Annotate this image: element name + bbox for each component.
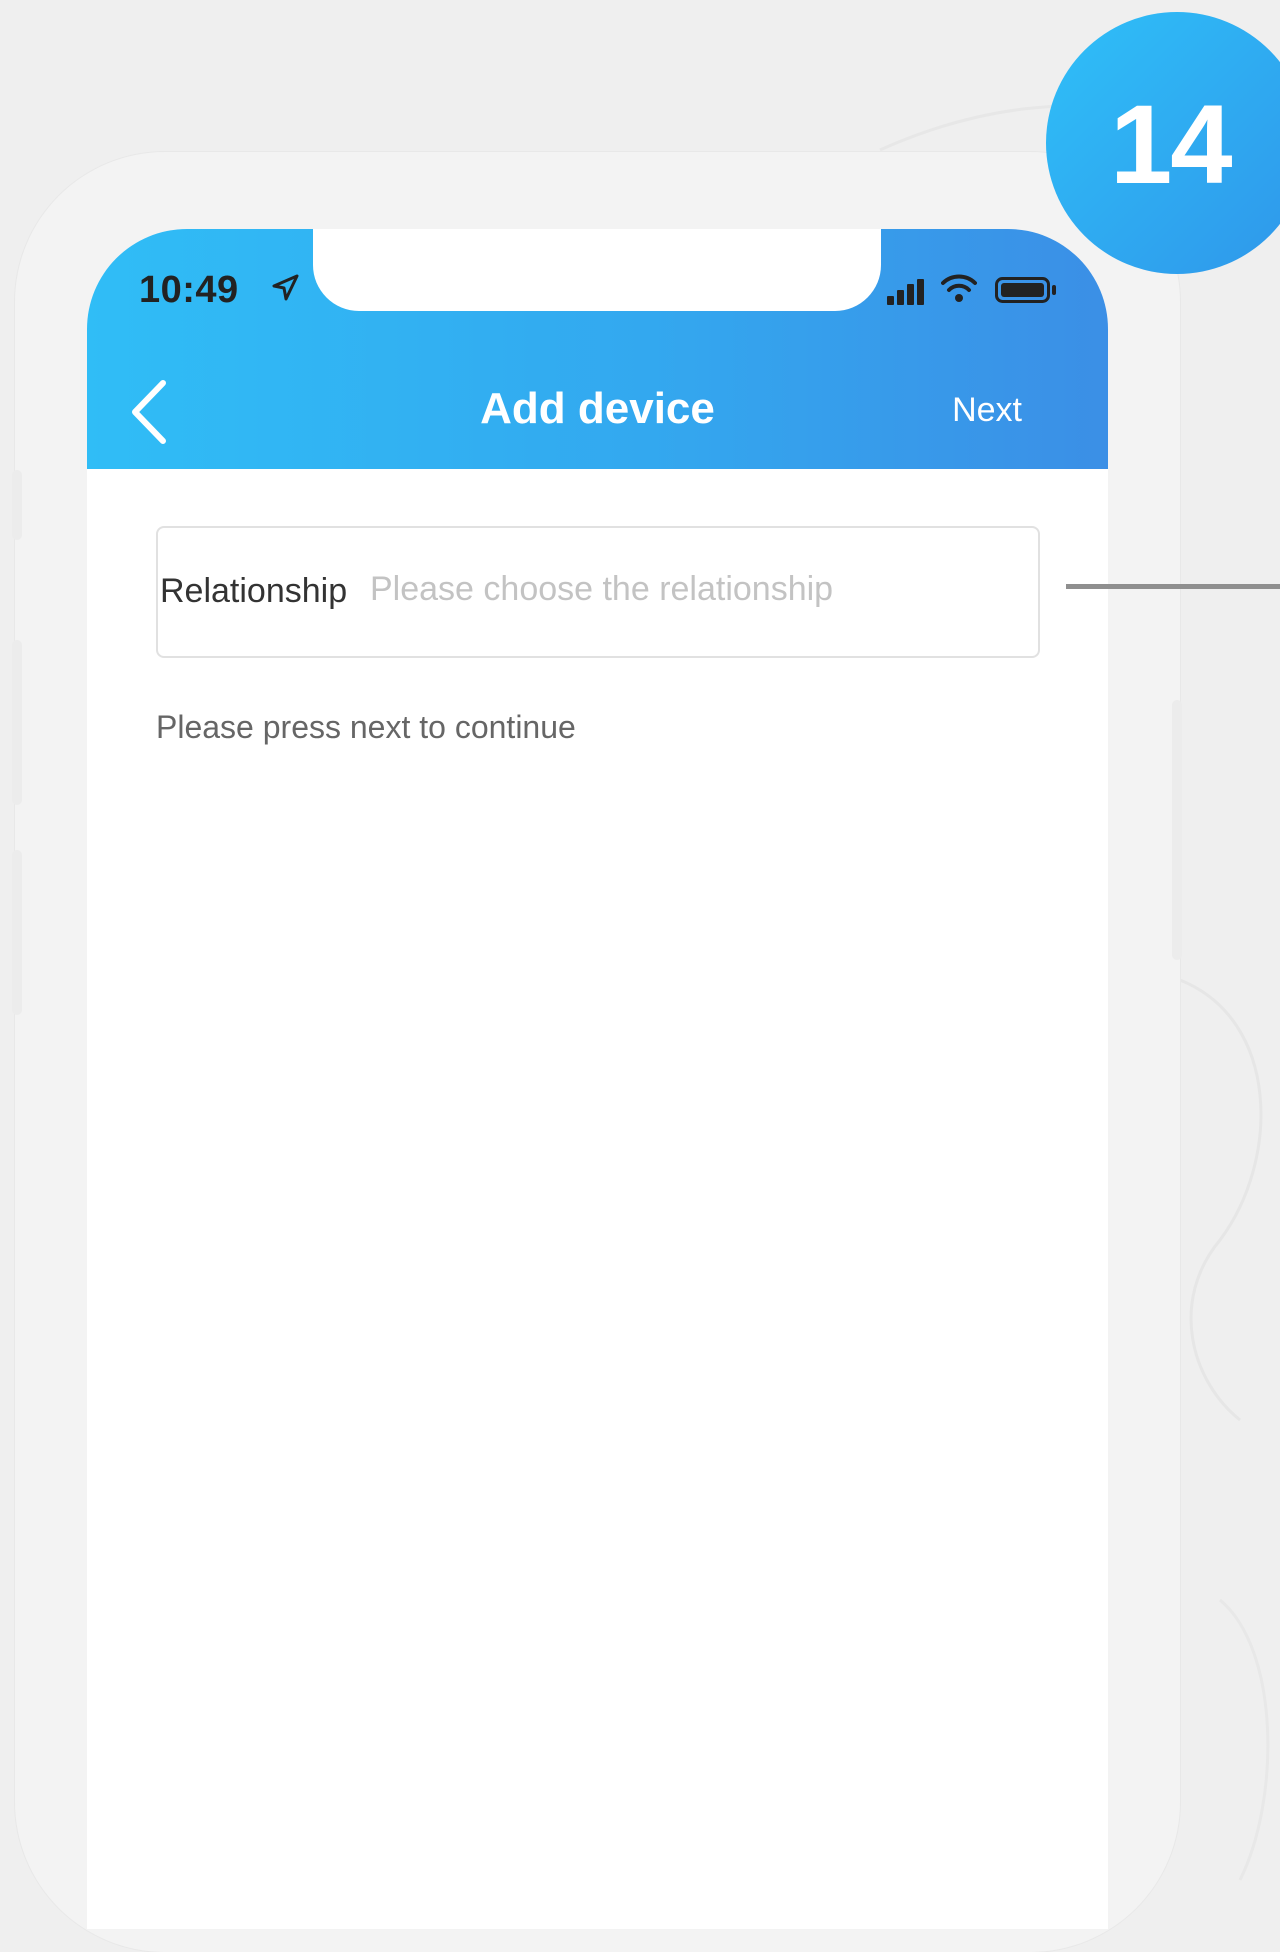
- app-header: 10:49 Add device Next: [87, 229, 1108, 469]
- relationship-input[interactable]: [368, 558, 1032, 620]
- phone-screen: 10:49 Add device Next Relationship Pleas…: [87, 229, 1108, 1929]
- relationship-label: Relationship: [160, 572, 348, 610]
- phone-power-button: [1172, 700, 1182, 960]
- phone-volume-down-button: [12, 850, 22, 1015]
- hint-text: Please press next to continue: [156, 709, 576, 745]
- phone-side-button: [12, 470, 22, 540]
- callout-pointer-line: [1066, 584, 1280, 589]
- step-number: 14: [1110, 82, 1233, 207]
- next-button[interactable]: Next: [952, 391, 1022, 430]
- status-time: 10:49: [139, 269, 239, 311]
- battery-icon: [995, 277, 1056, 303]
- location-arrow-icon: [272, 274, 299, 301]
- signal-icon: [887, 279, 924, 305]
- wifi-icon: [941, 274, 977, 302]
- relationship-field[interactable]: Relationship: [156, 526, 1040, 658]
- phone-volume-up-button: [12, 640, 22, 805]
- phone-notch: [313, 229, 881, 311]
